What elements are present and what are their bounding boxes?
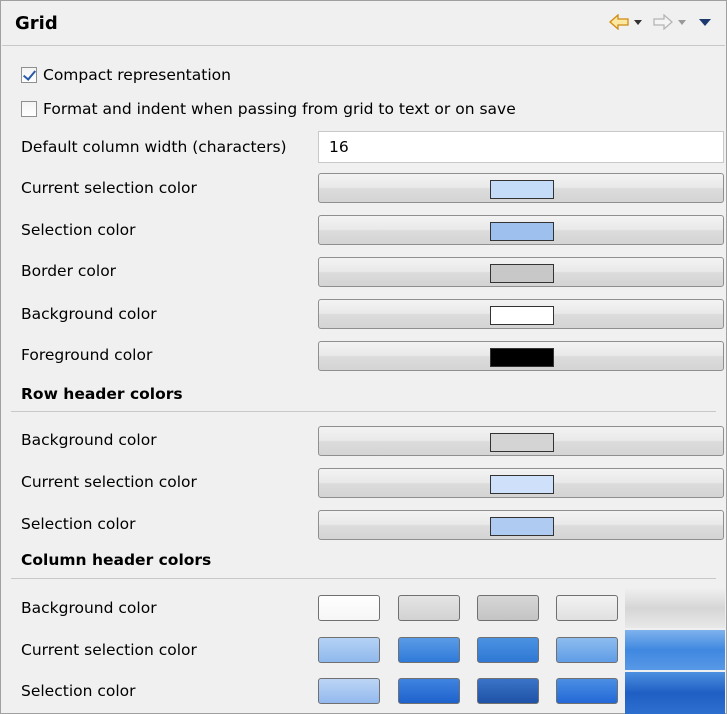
foreground-color-button[interactable] [318,341,724,371]
column-header-background-color-3[interactable] [477,595,539,621]
row-header-background-button[interactable] [318,426,724,456]
column-header-selection-color-3[interactable] [477,678,539,704]
column-header-current-selection-color-4[interactable] [556,637,618,663]
column-header-selection-color-1[interactable] [318,678,380,704]
column-width-input[interactable]: 16 [318,131,724,163]
color-swatch [490,433,554,452]
foreground-color-label: Foreground color [21,346,153,364]
grid-preference-page: Grid Compact representation Format and i… [0,0,727,714]
compact-checkbox[interactable] [21,67,37,83]
format-indent-option[interactable]: Format and indent when passing from grid… [21,94,516,124]
back-arrow-icon[interactable] [609,14,629,30]
navigation-controls [609,14,711,30]
row-header-background-label: Background color [21,431,157,449]
column-header-background-gradient[interactable] [625,588,725,628]
column-width-label: Default column width (characters) [21,138,287,156]
selection-color-button[interactable] [318,215,724,245]
color-swatch [490,222,554,241]
column-header-current-selection-color-3[interactable] [477,637,539,663]
forward-arrow-icon[interactable] [653,14,673,30]
row-header-section-title: Row header colors [21,385,183,403]
background-color-label: Background color [21,305,157,323]
current-selection-color-button[interactable] [318,173,724,203]
column-header-section-title: Column header colors [21,551,212,569]
column-header-selection-color-4[interactable] [556,678,618,704]
format-label: Format and indent when passing from grid… [43,100,516,118]
compact-representation-option[interactable]: Compact representation [21,60,231,90]
column-header-current-selection-color-2[interactable] [398,637,460,663]
page-title: Grid [15,13,58,34]
row-header-selection-button[interactable] [318,510,724,540]
row-header-selection-label: Selection color [21,515,136,533]
column-header-background-color-2[interactable] [398,595,460,621]
color-swatch [490,306,554,325]
column-header-selection-color-2[interactable] [398,678,460,704]
background-color-button[interactable] [318,299,724,329]
row-header-divider [11,411,716,412]
column-header-selection-gradient[interactable] [625,672,725,714]
page-header: Grid [2,2,725,46]
column-header-current-selection-gradient[interactable] [625,630,725,670]
color-swatch [490,180,554,199]
border-color-label: Border color [21,262,117,280]
view-menu-icon[interactable] [699,18,711,27]
border-color-button[interactable] [318,257,724,287]
format-checkbox[interactable] [21,101,37,117]
back-dropdown-icon[interactable] [633,18,643,26]
current-selection-color-label: Current selection color [21,179,197,197]
column-header-background-color-1[interactable] [318,595,380,621]
column-header-current-selection-label: Current selection color [21,641,197,659]
forward-dropdown-icon[interactable] [677,18,687,26]
column-header-background-color-4[interactable] [556,595,618,621]
color-swatch [490,264,554,283]
column-header-selection-label: Selection color [21,682,136,700]
selection-color-label: Selection color [21,221,136,239]
color-swatch [490,475,554,494]
row-header-current-selection-button[interactable] [318,468,724,498]
column-header-current-selection-color-1[interactable] [318,637,380,663]
column-header-divider [11,578,716,579]
column-header-background-label: Background color [21,599,157,617]
row-header-current-selection-label: Current selection color [21,473,197,491]
color-swatch [490,348,554,367]
compact-label: Compact representation [43,66,231,84]
color-swatch [490,517,554,536]
